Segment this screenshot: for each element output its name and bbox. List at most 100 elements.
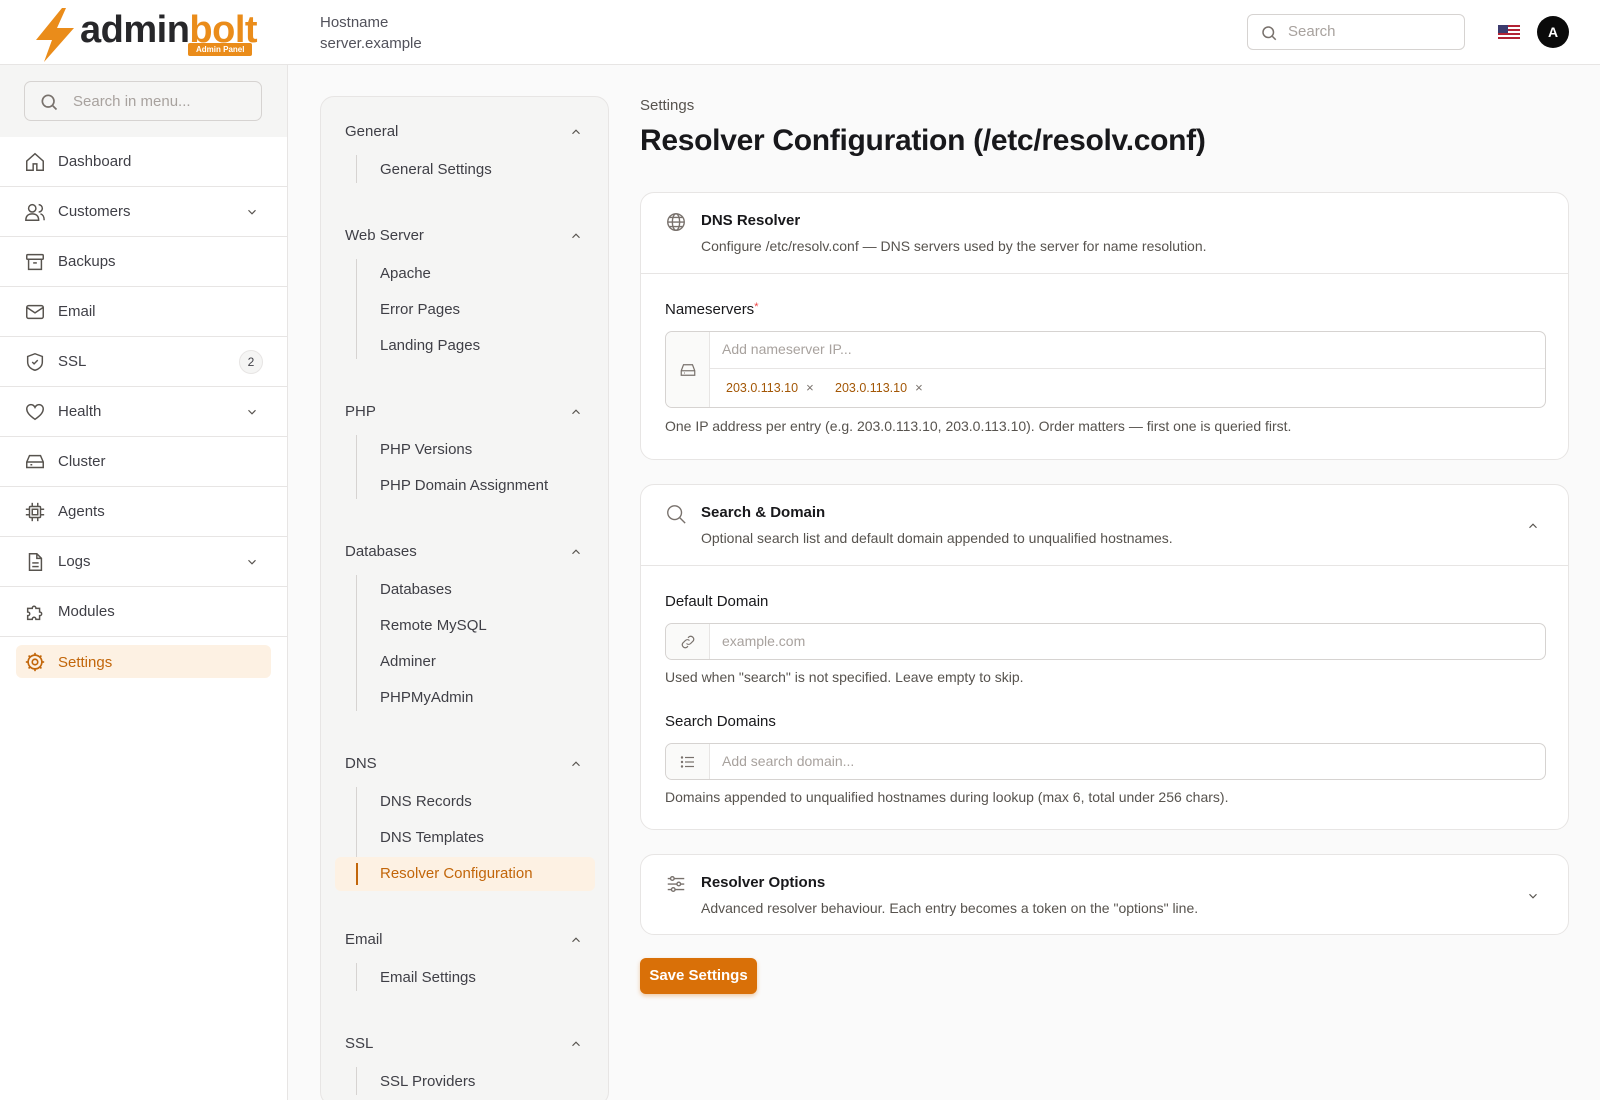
sidebar-item-backups[interactable]: Backups	[0, 237, 287, 287]
logo[interactable]: adminbolt Admin Panel	[28, 6, 268, 62]
hostname-info: Hostname server.example	[320, 12, 422, 54]
subnav-tree-line	[356, 259, 357, 359]
subnav-item-general-settings[interactable]: General Settings	[380, 161, 492, 178]
subnav-group-databases[interactable]: Databases	[345, 543, 417, 563]
subnav-item-adminer[interactable]: Adminer	[380, 653, 436, 670]
search-domain-card: Search & Domain Optional search list and…	[640, 484, 1569, 830]
subnav-item-ssl-providers[interactable]: SSL Providers	[380, 1073, 475, 1090]
users-icon	[25, 203, 45, 221]
subnav-item-email-settings[interactable]: Email Settings	[380, 969, 476, 986]
search-domains-label: Search Domains	[665, 713, 776, 730]
subnav-tree-line	[356, 575, 357, 711]
dns-resolver-description: Configure /etc/resolv.conf — DNS servers…	[701, 238, 1207, 254]
sidebar-search-input[interactable]: Search in menu...	[24, 81, 262, 121]
search-domains-hint: Domains appended to unqualified hostname…	[665, 789, 1229, 805]
global-search-input[interactable]: Search	[1247, 14, 1465, 50]
cpu-icon	[25, 502, 45, 521]
search-domains-tag-input[interactable]: Add search domain...	[665, 743, 1546, 780]
sidebar-nav: Dashboard Customers Backups Email SSL 2 …	[0, 137, 287, 687]
mail-icon	[26, 304, 44, 319]
subnav-group-general[interactable]: General	[345, 123, 398, 143]
subnav-tree-line	[356, 435, 357, 499]
subnav-group-web-server[interactable]: Web Server	[345, 227, 424, 247]
subnav-item-landing-pages[interactable]: Landing Pages	[380, 337, 480, 354]
sidebar-item-label: Health	[58, 403, 102, 420]
default-domain-placeholder: example.com	[722, 633, 806, 649]
bolt-logo-icon	[36, 8, 74, 62]
input-prefix	[666, 332, 710, 407]
input-prefix	[666, 624, 710, 659]
subnav-item-error-pages[interactable]: Error Pages	[380, 301, 460, 318]
sidebar-search-placeholder: Search in menu...	[73, 93, 191, 110]
globe-icon	[667, 213, 685, 231]
search-domain-description: Optional search list and default domain …	[701, 530, 1173, 546]
chevron-up-icon[interactable]	[569, 1037, 583, 1051]
chevron-up-icon[interactable]	[569, 545, 583, 559]
subnav-tree-line	[356, 155, 357, 183]
search-domain-header[interactable]: Search & Domain Optional search list and…	[641, 485, 1568, 565]
input-prefix	[666, 744, 710, 779]
hard-drive-icon	[680, 364, 696, 376]
default-domain-hint: Used when "search" is not specified. Lea…	[665, 669, 1024, 685]
top-bar: adminbolt Admin Panel Hostname server.ex…	[0, 0, 1600, 65]
logo-badge: Admin Panel	[188, 43, 253, 56]
subnav-tree-line	[356, 963, 357, 991]
sliders-icon	[667, 875, 685, 893]
nameservers-placeholder[interactable]: Add nameserver IP...	[722, 341, 852, 357]
sidebar-item-label: Dashboard	[58, 153, 132, 170]
subnav-item-php-domain-assignment[interactable]: PHP Domain Assignment	[380, 477, 548, 494]
subnav-group-email[interactable]: Email	[345, 931, 383, 951]
user-avatar[interactable]: A	[1537, 16, 1569, 48]
nameserver-tags: 203.0.113.10 × 203.0.113.10 ×	[710, 368, 1545, 408]
chevron-up-icon[interactable]	[569, 229, 583, 243]
chevron-up-icon[interactable]	[569, 405, 583, 419]
chevron-down-icon[interactable]	[1526, 889, 1540, 903]
nameservers-hint: One IP address per entry (e.g. 203.0.113…	[665, 418, 1292, 434]
subnav-item-php-versions[interactable]: PHP Versions	[380, 441, 472, 458]
subnav-group-ssl[interactable]: SSL	[345, 1035, 373, 1055]
subnav-group-php[interactable]: PHP	[345, 403, 376, 423]
sidebar-item-logs[interactable]: Logs	[0, 537, 287, 587]
chevron-up-icon[interactable]	[569, 757, 583, 771]
default-domain-input[interactable]: example.com	[665, 623, 1546, 660]
nameserver-tag: 203.0.113.10 ×	[726, 380, 814, 395]
subnav-item-phpmyadmin[interactable]: PHPMyAdmin	[380, 689, 473, 706]
resolver-options-description: Advanced resolver behaviour. Each entry …	[701, 900, 1199, 916]
subnav-item-apache[interactable]: Apache	[380, 265, 431, 282]
chevron-up-icon[interactable]	[1526, 519, 1540, 533]
divider	[641, 273, 1568, 274]
sidebar-item-dashboard[interactable]: Dashboard	[0, 137, 287, 187]
sidebar-item-label: Settings	[58, 653, 113, 671]
us-flag-icon[interactable]	[1498, 25, 1520, 39]
sidebar-item-label: Logs	[58, 553, 91, 570]
resolver-options-card[interactable]: Resolver Options Advanced resolver behav…	[640, 854, 1569, 935]
subnav-item-resolver-configuration[interactable]: Resolver Configuration	[380, 865, 533, 882]
subnav-item-dns-templates[interactable]: DNS Templates	[380, 829, 484, 846]
subnav-item-remote-mysql[interactable]: Remote MySQL	[380, 617, 487, 634]
subnav-item-dns-records[interactable]: DNS Records	[380, 793, 472, 810]
sidebar-item-customers[interactable]: Customers	[0, 187, 287, 237]
save-settings-button[interactable]: Save Settings	[640, 958, 757, 994]
breadcrumb[interactable]: Settings	[640, 97, 694, 114]
sidebar-item-modules[interactable]: Modules	[0, 587, 287, 637]
sidebar-item-label: SSL	[58, 353, 87, 370]
sidebar-item-health[interactable]: Health	[0, 387, 287, 437]
sidebar-item-settings[interactable]: Settings	[0, 637, 287, 687]
resolver-options-header[interactable]: Resolver Options Advanced resolver behav…	[641, 855, 1568, 935]
subnav-group-dns[interactable]: DNS	[345, 755, 377, 775]
remove-tag-icon[interactable]: ×	[915, 380, 923, 395]
subnav-item-databases[interactable]: Databases	[380, 581, 452, 598]
remove-tag-icon[interactable]: ×	[806, 380, 814, 395]
sidebar: Search in menu... Dashboard Customers Ba…	[0, 65, 288, 1100]
chevron-up-icon[interactable]	[569, 933, 583, 947]
sidebar-item-ssl[interactable]: SSL 2	[0, 337, 287, 387]
sidebar-item-email[interactable]: Email	[0, 287, 287, 337]
sidebar-search-area: Search in menu...	[0, 65, 287, 137]
sidebar-item-agents[interactable]: Agents	[0, 487, 287, 537]
home-icon	[26, 152, 44, 171]
nameservers-tag-input[interactable]: Add nameserver IP... 203.0.113.10 × 203.0…	[665, 331, 1546, 408]
sidebar-item-cluster[interactable]: Cluster	[0, 437, 287, 487]
divider	[641, 565, 1568, 566]
chevron-up-icon[interactable]	[569, 125, 583, 139]
server-icon	[26, 454, 44, 468]
